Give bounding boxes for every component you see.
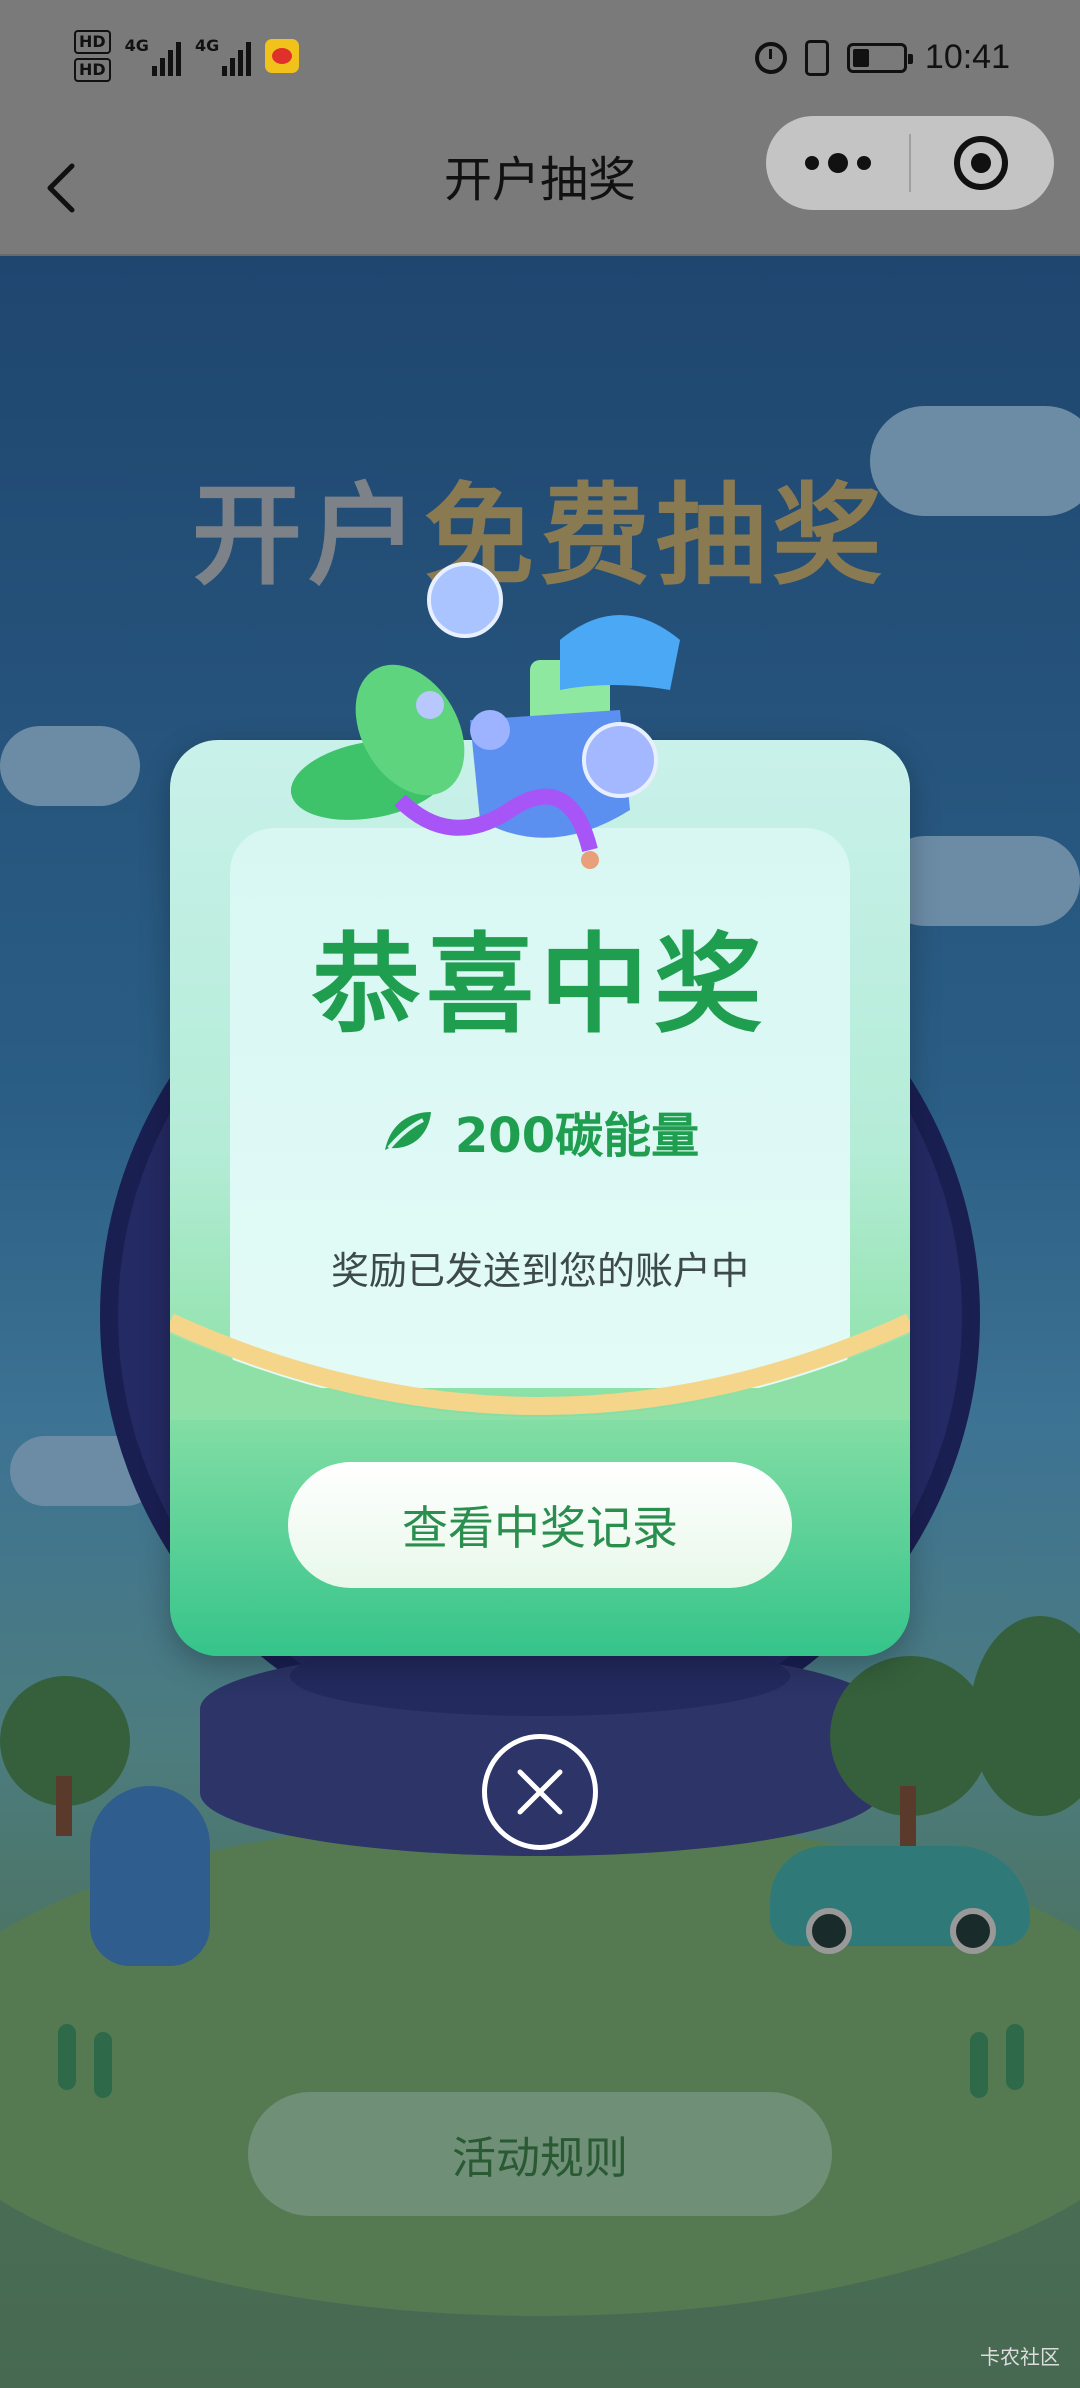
network-label-2: 4G <box>194 36 220 55</box>
hd-icon: HD HD <box>74 30 111 82</box>
close-modal-button[interactable] <box>482 1734 598 1850</box>
pillar <box>58 2024 76 2090</box>
alarm-icon <box>754 41 787 74</box>
network-label-1: 4G <box>124 36 149 55</box>
watermark: 卡农社区 <box>980 2345 1060 2369</box>
pillar <box>970 2032 988 2098</box>
prize-title: 恭喜中奖 <box>311 923 768 1048</box>
vibrate-icon <box>804 39 829 76</box>
exit-button[interactable] <box>911 116 1054 210</box>
more-button[interactable] <box>766 116 909 210</box>
status-right: 10:41 <box>754 38 1010 77</box>
pillar <box>1006 2024 1024 2090</box>
signal-icon-2: 4G <box>194 36 252 76</box>
tree-trunk <box>56 1776 72 1836</box>
view-prize-records-button[interactable]: 查看中奖记录 <box>288 1462 792 1588</box>
status-bar: HD HD 4G 4G 10:41 <box>0 0 1080 128</box>
prize-line: 200碳能量 <box>230 1096 850 1166</box>
cloud <box>880 836 1080 926</box>
tree <box>970 1616 1080 1816</box>
hd-badge-1: HD <box>74 30 111 54</box>
weibo-icon <box>265 39 300 73</box>
close-x-icon <box>517 1769 563 1815</box>
activity-rules-button[interactable]: 活动规则 <box>248 2092 832 2216</box>
pillar <box>94 2032 112 2098</box>
hd-badge-2: HD <box>74 58 111 82</box>
leaf-icon <box>384 1112 431 1150</box>
signal-icon-1: 4G <box>125 36 181 76</box>
prize-amount: 200碳能量 <box>454 1108 700 1164</box>
car-illustration <box>770 1846 1030 1954</box>
target-close-icon <box>954 136 1008 190</box>
mini-program-capsule <box>766 116 1054 210</box>
status-left: HD HD 4G 4G <box>74 30 300 82</box>
mascot-illustration <box>90 1786 210 1966</box>
gold-arc-decoration <box>170 1313 910 1420</box>
clock: 10:41 <box>924 38 1010 76</box>
gift-box-illustration <box>290 562 680 869</box>
cloud <box>0 726 140 806</box>
battery-icon <box>846 42 913 73</box>
more-dots-icon <box>805 153 871 173</box>
prize-description: 奖励已发送到您的账户中 <box>330 1249 749 1293</box>
